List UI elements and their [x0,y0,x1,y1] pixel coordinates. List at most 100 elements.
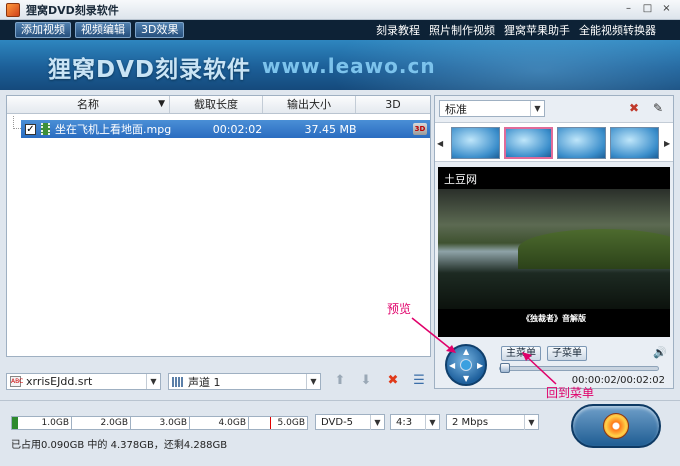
chevron-down-icon[interactable]: ▼ [524,414,538,430]
subtitle-select[interactable]: ABC xrrisEJdd.srt ▼ [6,373,161,390]
window-title: 狸窝DVD刻录软件 [26,3,119,17]
capacity-used-fill [12,417,18,429]
minimize-button[interactable]: – [621,3,636,16]
move-down-icon[interactable]: ⬇ [359,374,373,388]
cell-file-name: 坐在飞机上看地面.mpg [55,123,172,136]
nav-left-icon[interactable]: ◀ [449,361,455,370]
capacity-tick-label: 3.0GB [159,418,187,428]
volume-icon[interactable]: 🔊 [653,346,667,359]
tree-line [13,116,21,129]
column-3d[interactable]: 3D [356,96,430,113]
capacity-tick: 4.0GB [219,417,249,429]
bitrate-value: 2 Mbps [452,416,489,428]
video-hill [518,229,670,269]
toolbar-links: 刻录教程 照片制作视频 狸窝苹果助手 全能视频转换器 [376,20,656,40]
video-preview: 土豆网 《独裁者》音解版 [438,167,670,337]
banner: 狸窝DVD刻录软件 www.leawo.cn [0,40,680,90]
bitrate-select[interactable]: 2 Mbps ▼ [446,414,539,430]
video-watermark: 土豆网 [444,173,477,186]
delete-icon[interactable]: ✖ [386,374,400,388]
link-video-converter[interactable]: 全能视频转换器 [579,22,656,38]
nav-down-icon[interactable]: ▼ [463,374,469,383]
bottom-bar: 1.0GB 2.0GB 3.0GB 4.0GB 5.0GB 已占用0.090GB… [0,400,680,466]
close-button[interactable]: × [659,3,674,16]
film-icon [41,123,50,135]
maximize-button[interactable]: □ [640,3,655,16]
capacity-tick-label: 1.0GB [41,418,69,428]
template-thumb[interactable] [557,127,606,159]
3d-badge-icon[interactable]: 3D [413,123,427,135]
toolbar: 添加视频 视频编辑 3D效果 刻录教程 照片制作视频 狸窝苹果助手 全能视频转换… [0,20,680,40]
aspect-ratio-select[interactable]: 4:3 ▼ [390,414,440,430]
banner-title: 狸窝DVD刻录软件 [48,57,251,83]
cell-size: 37.45 MB [304,122,357,136]
column-duration[interactable]: 截取长度 [170,96,263,113]
disc-type-value: DVD-5 [321,416,354,428]
template-thumb[interactable] [610,127,659,159]
link-burn-tutorial[interactable]: 刻录教程 [376,22,420,38]
nav-enter-icon[interactable] [460,359,472,371]
capacity-tick-label: 4.0GB [218,418,246,428]
window-controls: – □ × [621,3,674,16]
template-thumb-selected[interactable] [504,127,553,159]
chevron-down-icon[interactable]: ▼ [306,374,320,389]
capacity-status: 已占用0.090GB 中的 4.378GB，还剩4.288GB [11,440,228,451]
main-area: 名称 ▼ 截取长度 输出大小 3D ✓ 坐在飞机上看地面.mpg 00:02:0… [0,90,680,466]
thumbs-left-icon[interactable]: ◀ [437,139,443,148]
remove-menu-icon[interactable]: ✖ [627,101,641,115]
column-size[interactable]: 输出大小 [263,96,356,113]
disc-burn-icon [603,413,629,439]
annotation-preview-arrow [411,317,456,353]
capacity-tick: 3.0GB [160,417,190,429]
chevron-down-icon[interactable]: ▼ [530,101,544,116]
burn-button[interactable] [571,404,661,448]
banner-url: www.leawo.cn [262,54,436,78]
column-name[interactable]: 名称 ▼ [7,96,170,113]
clear-list-icon[interactable]: ☰ [412,374,426,388]
video-frame [438,189,670,309]
subtitle-file-icon: ABC [10,376,24,387]
add-video-button[interactable]: 添加视频 [15,22,71,38]
annotation-preview: 预览 [387,302,412,316]
annotation-back-arrow [522,352,557,385]
video-edit-button[interactable]: 视频编辑 [75,22,131,38]
row-checkbox[interactable]: ✓ [25,123,36,135]
audio-track-value: 声道 1 [188,375,221,389]
menu-preview-panel: 标准 ▼ ✖ ✎ ◀ ▶ 土豆网 《独裁者》音解版 ▲ ▼ ◀ ▶ 主菜单 子菜… [434,95,674,389]
nav-up-icon[interactable]: ▲ [463,347,469,356]
capacity-limit-marker [270,417,271,429]
sort-arrow-icon[interactable]: ▼ [158,96,165,113]
capacity-tick: 1.0GB [42,417,72,429]
move-up-icon[interactable]: ⬆ [333,374,347,388]
template-thumbnails: ◀ ▶ [435,122,673,162]
template-thumb[interactable] [451,127,500,159]
app-icon [6,2,20,17]
chevron-down-icon[interactable]: ▼ [370,414,384,430]
3d-effect-button[interactable]: 3D效果 [135,22,185,38]
disc-type-select[interactable]: DVD-5 ▼ [315,414,385,430]
subtitle-value: xrrisEJdd.srt [26,375,93,388]
nav-right-icon[interactable]: ▶ [477,361,483,370]
title-bar: 狸窝DVD刻录软件 – □ × [0,0,680,20]
audio-track-select[interactable]: 声道 1 ▼ [168,373,321,390]
aspect-ratio-value: 4:3 [396,416,413,428]
video-caption: 《独裁者》音解版 [522,314,586,323]
thumbs-right-icon[interactable]: ▶ [664,139,670,148]
capacity-tick-label: 5.0GB [277,418,305,428]
seek-handle[interactable] [500,363,510,373]
menu-template-value: 标准 [445,102,467,116]
audio-bars-icon [172,376,183,387]
edit-menu-icon[interactable]: ✎ [651,101,665,115]
link-photo-video[interactable]: 照片制作视频 [429,22,495,38]
capacity-tick: 2.0GB [101,417,131,429]
cell-duration: 00:02:02 [212,122,263,136]
file-table: 名称 ▼ 截取长度 输出大小 3D ✓ 坐在飞机上看地面.mpg 00:02:0… [6,95,431,357]
table-header: 名称 ▼ 截取长度 输出大小 3D [7,96,430,114]
table-row[interactable]: ✓ 坐在飞机上看地面.mpg 00:02:02 37.45 MB 3D [21,120,430,138]
disc-capacity-bar: 1.0GB 2.0GB 3.0GB 4.0GB 5.0GB [11,416,308,430]
link-apple-assistant[interactable]: 狸窝苹果助手 [504,22,570,38]
capacity-tick: 5.0GB [278,417,308,429]
chevron-down-icon[interactable]: ▼ [146,374,160,389]
menu-template-select[interactable]: 标准 ▼ [439,100,545,117]
chevron-down-icon[interactable]: ▼ [425,414,439,430]
